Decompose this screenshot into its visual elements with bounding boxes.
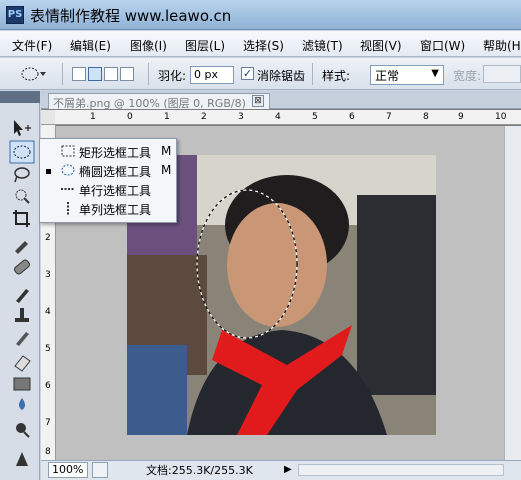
ruler-tick-label: 1 (164, 112, 170, 122)
intersect-selection-icon[interactable] (120, 67, 134, 81)
ruler-tick-label: 4 (275, 112, 281, 122)
eraser-tool-icon[interactable] (14, 355, 31, 372)
menu-image[interactable]: 图像(I) (130, 37, 167, 54)
document-tab[interactable]: 不屑弟.png @ 100% (图层 0, RGB/8) (48, 93, 270, 109)
flyout-item-shortcut: M (161, 163, 172, 177)
antialias-checkbox[interactable]: ✓ (241, 67, 254, 80)
zoom-field[interactable]: 100% (48, 462, 88, 478)
crop-tool-icon[interactable] (13, 210, 30, 227)
menu-edit[interactable]: 编辑(E) (70, 37, 111, 54)
new-selection-icon[interactable] (72, 67, 86, 81)
ruler-tick-label: 2 (201, 112, 207, 122)
status-arrow-icon[interactable]: ▶ (284, 462, 296, 478)
blur-tool-icon[interactable] (19, 398, 25, 410)
rect-marquee-icon (61, 145, 75, 157)
pen-tool-icon[interactable] (16, 452, 28, 466)
style-label: 样式: (322, 69, 351, 83)
ellipse-selection[interactable] (195, 188, 299, 340)
ruler-corner (41, 110, 56, 125)
menu-window[interactable]: 窗口(W) (420, 37, 465, 54)
horizontal-scrollbar[interactable] (298, 464, 504, 476)
flyout-item-single-column-marquee[interactable]: 单列选框工具 (41, 199, 176, 218)
ruler-tick-label: 8 (45, 447, 51, 457)
flyout-item-label: 单行选框工具 (79, 184, 152, 198)
width-field[interactable] (483, 65, 521, 83)
lasso-tool-icon[interactable] (14, 167, 30, 183)
ellipse-marquee-icon (61, 164, 75, 176)
history-brush-tool-icon[interactable] (16, 332, 29, 346)
subtract-from-selection-icon[interactable] (104, 67, 118, 81)
single-column-marquee-icon (67, 202, 69, 216)
healing-brush-tool-icon[interactable] (13, 259, 30, 275)
tab-close-icon[interactable]: ⊠ (252, 95, 264, 107)
ruler-tick-label: 6 (349, 112, 355, 122)
ruler-tick-label: 6 (45, 381, 51, 391)
feather-label: 羽化: (158, 69, 187, 83)
menu-view[interactable]: 视图(V) (360, 37, 402, 54)
brush-tool-icon[interactable] (16, 289, 29, 303)
move-tool-icon[interactable] (14, 120, 31, 136)
flyout-item-ellipse-marquee[interactable]: 椭圆选框工具 M (41, 161, 176, 180)
ruler-tick-label: 3 (238, 112, 244, 122)
style-select[interactable]: 正常 ▼ (370, 65, 444, 85)
gradient-tool-icon[interactable] (13, 377, 31, 391)
flyout-item-label: 矩形选框工具 (79, 146, 152, 160)
ellipse-marquee-tool-icon[interactable] (9, 140, 35, 164)
menu-bar: 文件(F) 编辑(E) 图像(I) 图层(L) 选择(S) 滤镜(T) 视图(V… (0, 31, 521, 57)
menu-select[interactable]: 选择(S) (243, 37, 284, 54)
ruler-tick-label: 7 (386, 112, 392, 122)
marquee-tool-flyout: 矩形选框工具 M 椭圆选框工具 M 单行选框工具 单列选框工具 (39, 138, 177, 223)
flyout-item-shortcut: M (161, 144, 172, 158)
status-menu-icon[interactable] (92, 462, 108, 478)
style-select-value: 正常 (375, 69, 400, 83)
ruler-tick-label: 5 (45, 344, 51, 354)
ruler-tick-label: 3 (45, 270, 51, 280)
quick-selection-tool-icon[interactable] (15, 189, 30, 204)
antialias-label: 消除锯齿 (257, 69, 306, 83)
flyout-item-label: 椭圆选框工具 (79, 165, 152, 179)
ruler-tick-label: 0 (127, 112, 133, 122)
flyout-item-rect-marquee[interactable]: 矩形选框工具 M (41, 142, 176, 161)
add-to-selection-icon[interactable] (88, 67, 102, 81)
ruler-tick-label: 9 (458, 112, 464, 122)
vertical-scrollbar[interactable] (504, 126, 521, 460)
menu-layer[interactable]: 图层(L) (185, 37, 225, 54)
menu-filter[interactable]: 滤镜(T) (302, 37, 343, 54)
ruler-tick-label: 2 (45, 233, 51, 243)
ruler-tick-label: 4 (45, 307, 51, 317)
feather-input[interactable]: 0 px (190, 66, 234, 84)
ruler-tick-label: 7 (45, 418, 51, 428)
top-ruler: 1 0 1 2 3 4 5 6 7 8 9 10 (55, 110, 521, 125)
flyout-item-label: 单列选框工具 (79, 203, 152, 217)
ruler-tick-label: 1 (90, 112, 96, 122)
flyout-item-single-row-marquee[interactable]: 单行选框工具 (41, 180, 176, 199)
active-bullet-icon (46, 169, 51, 174)
ruler-tick-label: 10 (495, 112, 507, 122)
dodge-tool-icon[interactable] (16, 423, 30, 438)
single-row-marquee-icon (61, 188, 75, 190)
width-label: 宽度: (453, 69, 482, 83)
menu-help[interactable]: 帮助(H) (483, 37, 521, 54)
ruler-tick-label: 8 (423, 112, 429, 122)
eyedropper-tool-icon[interactable] (15, 241, 28, 254)
ruler-tick-label: 5 (312, 112, 318, 122)
chevron-down-icon: ▼ (431, 68, 439, 79)
window-title: 表情制作教程 www.leawo.cn (30, 7, 232, 25)
document-info: 文档:255.3K/255.3K (146, 464, 253, 477)
clone-stamp-tool-icon[interactable] (15, 308, 29, 322)
